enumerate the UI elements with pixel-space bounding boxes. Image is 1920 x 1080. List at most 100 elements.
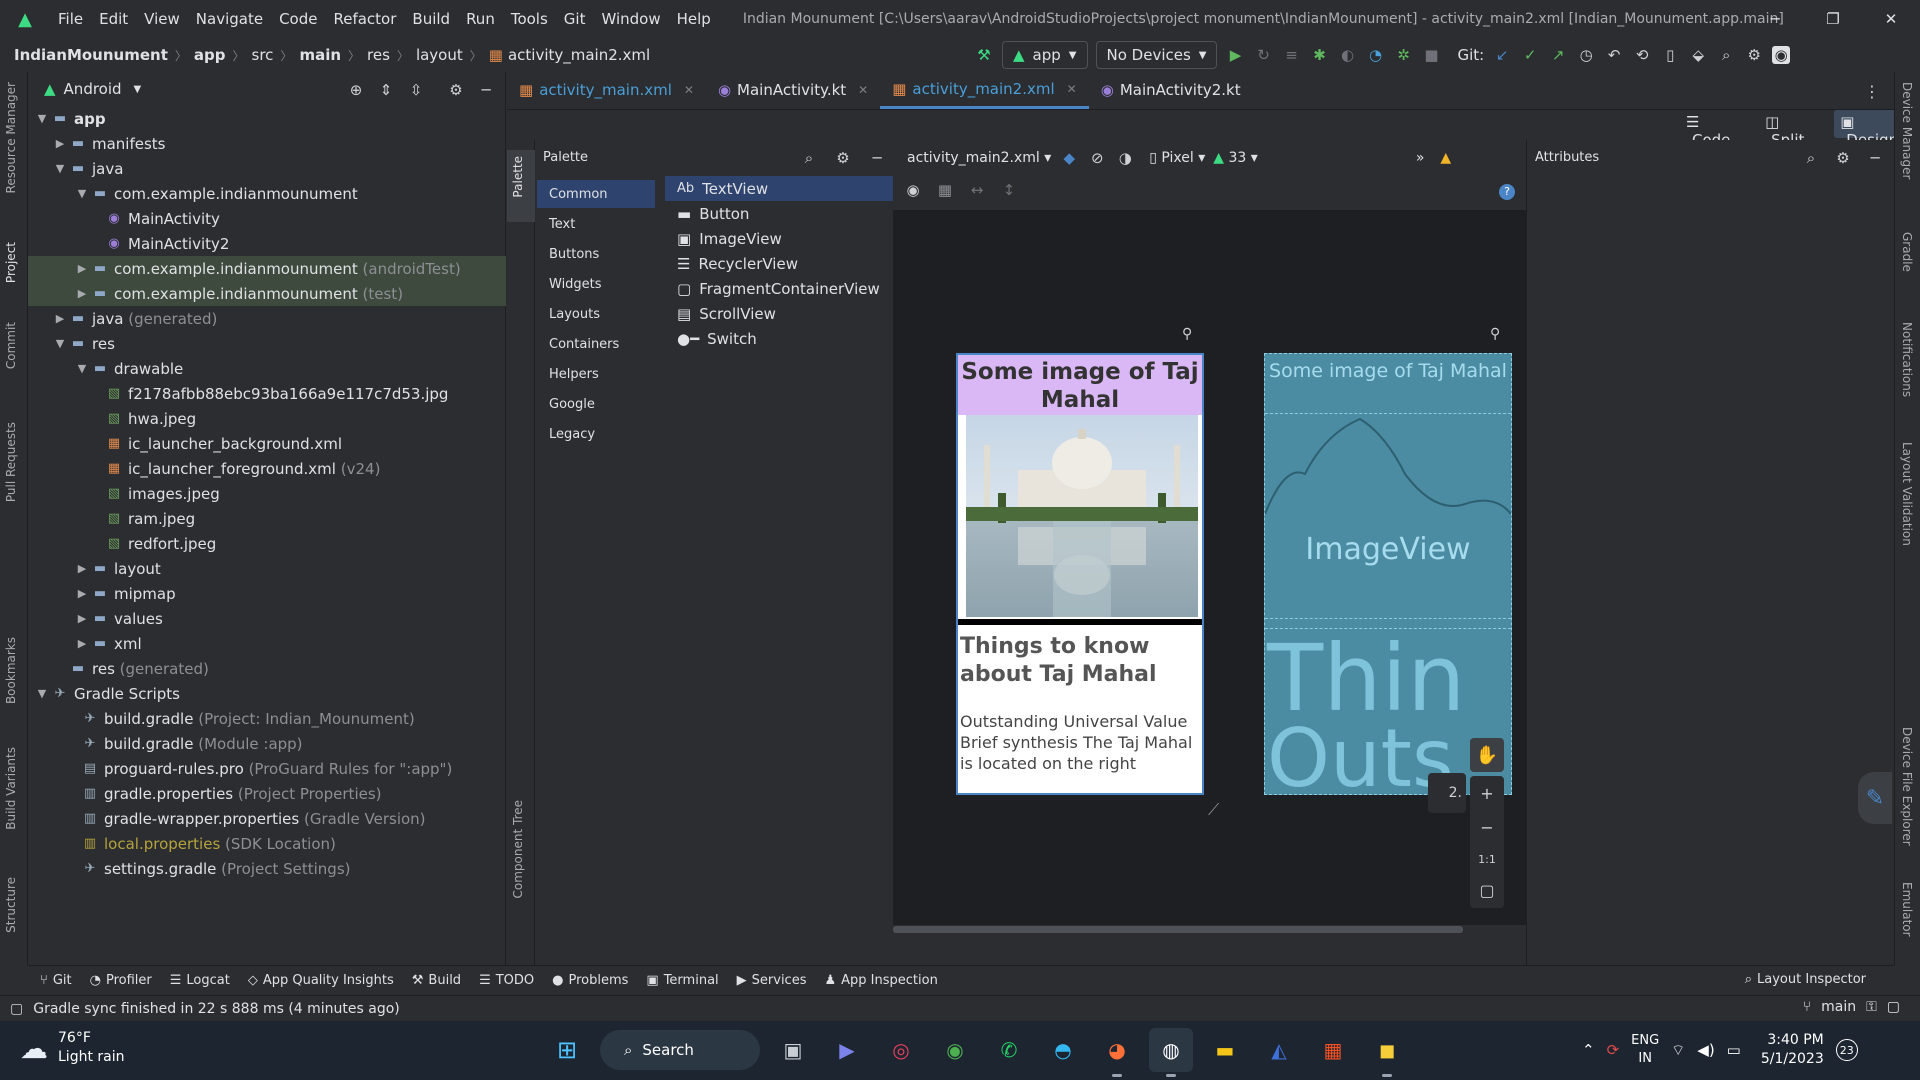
tab-mainactivity2-kt[interactable]: ◉ MainActivity2.kt: [1089, 71, 1253, 109]
hide-icon[interactable]: ─: [1865, 148, 1885, 168]
gear-icon[interactable]: ⚙: [833, 148, 853, 168]
tree-item-res[interactable]: ▼ ▬ res: [28, 331, 506, 356]
bookmarks-tab[interactable]: Bookmarks: [4, 637, 18, 704]
pull-requests-tab[interactable]: Pull Requests: [4, 422, 18, 502]
tree-item-values[interactable]: ▶ ▬ values: [28, 606, 506, 631]
rerun-icon[interactable]: ↻: [1253, 45, 1273, 65]
pan-hand-icon[interactable]: ✋: [1470, 738, 1504, 772]
notifications-tab[interactable]: Notifications: [1900, 322, 1914, 397]
preview-paragraph[interactable]: Outstanding Universal Value Brief synthe…: [958, 689, 1202, 774]
notification-badge[interactable]: 23: [1835, 1039, 1858, 1061]
status-message[interactable]: Gradle sync finished in 22 s 888 ms (4 m…: [33, 1001, 400, 1017]
tree-item-xml-file[interactable]: ▦ ic_launcher_background.xml: [28, 431, 506, 456]
android-studio-icon[interactable]: ◍: [1149, 1028, 1193, 1077]
memory-icon[interactable]: ▢: [1887, 999, 1900, 1015]
layout-file-select[interactable]: activity_main2.xml ▾: [907, 150, 1051, 166]
tree-item-mipmap[interactable]: ▶ ▬ mipmap: [28, 581, 506, 606]
close-tab-icon[interactable]: ✕: [1067, 82, 1077, 96]
tree-item-package-androidtest[interactable]: ▶ ▬ com.example.indianmounument (androidTe…: [28, 256, 506, 281]
coverage-icon[interactable]: ◐: [1337, 45, 1357, 65]
palette-category-text[interactable]: Text: [537, 210, 655, 238]
palette-item-recyclerview[interactable]: ☰ RecyclerView: [665, 251, 893, 276]
tree-item-image-file[interactable]: ▧ hwa.jpeg: [28, 406, 506, 431]
history-icon[interactable]: ◷: [1576, 45, 1596, 65]
tree-item-app[interactable]: ▼ ▬ app: [28, 106, 506, 131]
more-tabs-icon[interactable]: ⋮: [1864, 82, 1880, 101]
tree-item-xml[interactable]: ▶ ▬ xml: [28, 631, 506, 656]
device-select[interactable]: No Devices ▼: [1095, 41, 1218, 69]
palette-item-fragmentcontainerview[interactable]: ▢ FragmentContainerView: [665, 276, 893, 301]
menu-run[interactable]: Run: [458, 10, 503, 28]
palette-item-switch[interactable]: ●━ Switch: [665, 326, 893, 351]
tree-item-gradle-scripts[interactable]: ▼ ✈ Gradle Scripts: [28, 681, 506, 706]
git-push-icon[interactable]: ↗: [1548, 45, 1568, 65]
collapse-all-icon[interactable]: ⇳: [406, 80, 426, 100]
breadcrumb-project[interactable]: IndianMounument: [14, 46, 168, 64]
restore-icon[interactable]: ❐: [1804, 0, 1862, 38]
todo-tool-button[interactable]: ☰ TODO: [479, 973, 534, 988]
git-update-icon[interactable]: ↙: [1492, 45, 1512, 65]
profiler-tool-button[interactable]: ◔ Profiler: [90, 973, 152, 988]
run-icon[interactable]: ▶: [1225, 45, 1245, 65]
zoom-actual-size[interactable]: 1:1: [1478, 853, 1496, 866]
design-surface-icon[interactable]: ◆: [1059, 148, 1079, 168]
tree-item-drawable[interactable]: ▼ ▬ drawable: [28, 356, 506, 381]
device-manager-tab[interactable]: Device Manager: [1900, 82, 1914, 179]
blueprint-grid-icon[interactable]: ▦: [935, 180, 955, 200]
close-tab-icon[interactable]: ✕: [858, 83, 868, 97]
palette-category-google[interactable]: Google: [537, 390, 655, 418]
emulator-tab[interactable]: Emulator: [1900, 882, 1914, 937]
palette-category-widgets[interactable]: Widgets: [537, 270, 655, 298]
chevron-down-icon[interactable]: ▼: [134, 84, 142, 95]
language-indicator[interactable]: ENG IN: [1631, 1032, 1659, 1068]
minimize-icon[interactable]: ─: [1746, 0, 1804, 38]
hide-icon[interactable]: ─: [476, 80, 496, 100]
project-view-select[interactable]: Android: [64, 80, 122, 98]
blueprint-imageview[interactable]: ImageView: [1265, 414, 1511, 619]
zoom-fit-icon[interactable]: ▢: [1479, 881, 1494, 900]
menu-file[interactable]: File: [50, 10, 91, 28]
split-mode-button[interactable]: ◫ Split: [1759, 110, 1828, 149]
account-icon[interactable]: ◉: [1772, 46, 1791, 64]
menu-build[interactable]: Build: [404, 10, 458, 28]
app-inspection-button[interactable]: ♟ App Inspection: [824, 973, 937, 988]
lock-icon[interactable]: ⚿: [1866, 999, 1877, 1015]
git-commit-icon[interactable]: ✓: [1520, 45, 1540, 65]
attach-debugger-icon[interactable]: ✲: [1393, 45, 1413, 65]
tree-item-xml-file[interactable]: ▦ ic_launcher_foreground.xml (v24): [28, 456, 506, 481]
blueprint-header[interactable]: Some image of Taj Mahal: [1265, 354, 1511, 414]
battery-icon[interactable]: ▭: [1727, 1041, 1741, 1059]
git-tool-button[interactable]: ⑂ Git: [40, 973, 72, 988]
locate-icon[interactable]: ⊕: [346, 80, 366, 100]
tree-item-gradle-file[interactable]: ✈ settings.gradle (Project Settings): [28, 856, 506, 881]
close-tab-icon[interactable]: ✕: [684, 83, 694, 97]
breadcrumb-file[interactable]: activity_main2.xml: [508, 46, 650, 64]
store-icon[interactable]: ▦: [1311, 1028, 1355, 1072]
tree-item-properties-file[interactable]: ▥ gradle-wrapper.properties (Gradle Versi…: [28, 806, 506, 831]
firefox-icon[interactable]: ◕: [1095, 1028, 1139, 1077]
tree-item-gradle-file[interactable]: ✈ build.gradle (Module :app): [28, 731, 506, 756]
help-icon[interactable]: ?: [1499, 184, 1515, 200]
intellij-icon[interactable]: ◼: [1365, 1028, 1409, 1077]
tab-activity-main-xml[interactable]: ▦ activity_main.xml ✕: [507, 71, 706, 109]
device-manager-icon[interactable]: ▯: [1660, 45, 1680, 65]
palette-item-imageview[interactable]: ▣ ImageView: [665, 226, 893, 251]
volume-icon[interactable]: ◀): [1697, 1041, 1714, 1059]
pin-icon[interactable]: ⚲: [1182, 326, 1192, 342]
taskbar-search[interactable]: ⌕ Search: [600, 1030, 760, 1070]
chrome-icon[interactable]: ◉: [933, 1028, 977, 1072]
api-level-select[interactable]: ▲ 33 ▾: [1213, 150, 1258, 166]
search-icon[interactable]: ⌕: [1801, 148, 1821, 168]
search-icon[interactable]: ⌕: [1716, 45, 1736, 65]
tree-item-image-file[interactable]: ▧ f2178afbb88ebc93ba166a9e117c7d53.jpg: [28, 381, 506, 406]
tree-item-mainactivity2[interactable]: ◉ MainActivity2: [28, 231, 506, 256]
build-tool-button[interactable]: ⚒ Build: [412, 973, 461, 988]
terminal-tool-button[interactable]: ▣ Terminal: [646, 973, 718, 988]
horizontal-constraint-icon[interactable]: ↔: [967, 180, 987, 200]
palette-category-buttons[interactable]: Buttons: [537, 240, 655, 268]
preview-heading[interactable]: Things to know about Taj Mahal: [958, 625, 1202, 689]
tree-item-manifests[interactable]: ▶ ▬ manifests: [28, 131, 506, 156]
menu-edit[interactable]: Edit: [91, 10, 136, 28]
tree-item-package[interactable]: ▼ ▬ com.example.indianmounument: [28, 181, 506, 206]
tab-activity-main2-xml[interactable]: ▦ activity_main2.xml ✕: [880, 71, 1089, 109]
